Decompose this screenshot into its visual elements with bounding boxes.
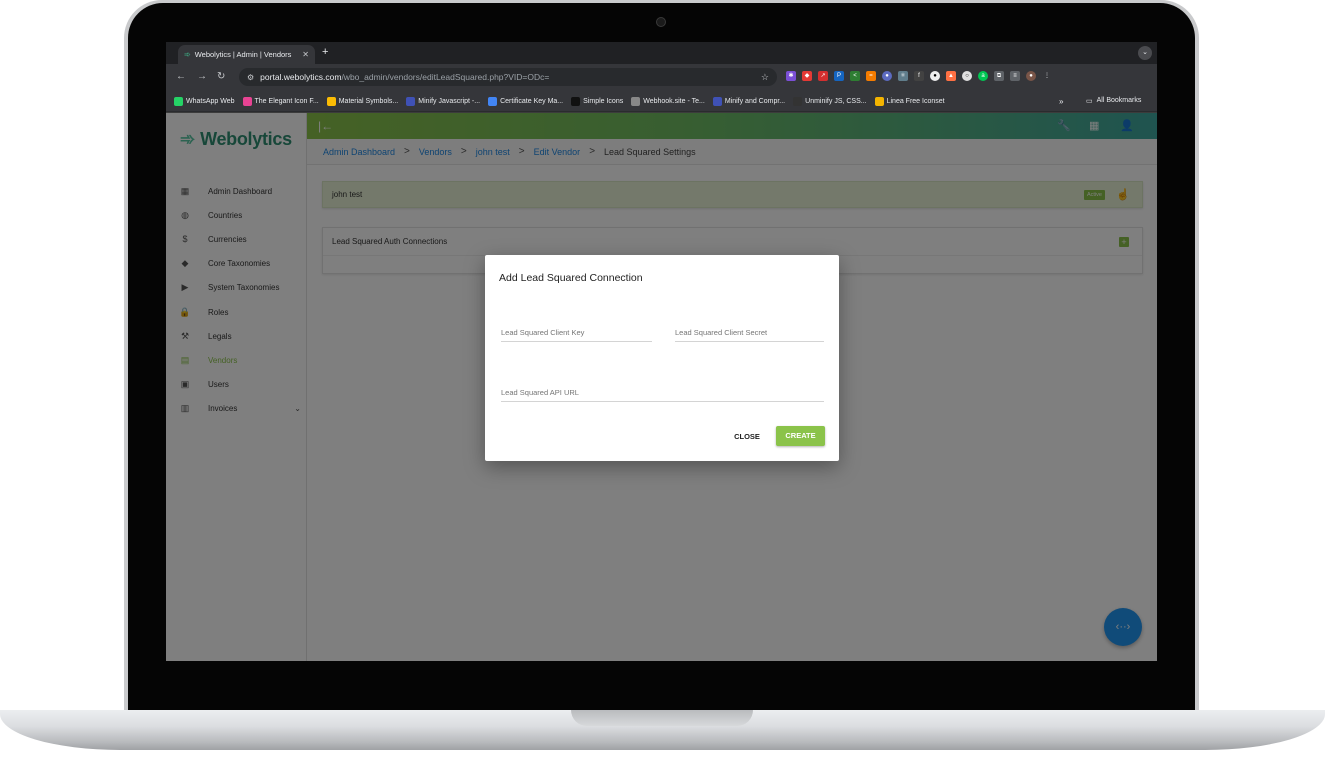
extensions-toolbar: ✱ ◆ ↗ P < = ● ⚛ f ● ▲ ○ a ⧉ ≡ ● ⋮ <box>786 71 1052 81</box>
bookmark-item[interactable]: The Elegant Icon F... <box>242 96 319 106</box>
minify2-icon <box>712 96 722 106</box>
extension-icon[interactable]: ▲ <box>946 71 956 81</box>
extension-icon[interactable]: = <box>866 71 876 81</box>
forward-arrow-icon[interactable]: → <box>197 71 207 82</box>
extension-icon[interactable]: ✱ <box>786 71 796 81</box>
bookmark-label: Minify Javascript -... <box>418 97 481 105</box>
bookmark-item[interactable]: Webhook.site - Te... <box>631 96 705 106</box>
screen: ➾ Webolytics | Admin | Vendors ✕ + ⌄ ← →… <box>166 42 1157 661</box>
bookmark-label: Minify and Compr... <box>724 97 786 105</box>
extension-icon[interactable]: ● <box>930 71 940 81</box>
folder-icon: ▭ <box>1086 98 1093 105</box>
client-key-field <box>501 328 652 342</box>
bookmark-item[interactable]: Minify Javascript -... <box>406 96 481 106</box>
elegant-icon <box>242 96 252 106</box>
profile-avatar[interactable]: ● <box>1026 71 1036 81</box>
tab-title: Webolytics | Admin | Vendors <box>194 50 292 59</box>
bookmark-label: Linea Free Iconset <box>886 97 945 105</box>
bookmark-label: Material Symbols... <box>338 97 399 105</box>
client-secret-field <box>675 328 824 342</box>
bookmark-item[interactable]: Minify and Compr... <box>712 96 786 106</box>
bookmark-star-icon[interactable]: ☆ <box>761 72 769 83</box>
all-bookmarks-button[interactable]: ▭ All Bookmarks <box>1086 97 1141 105</box>
extension-icon[interactable]: ● <box>882 71 892 81</box>
url-host: portal.webolytics.com <box>260 72 342 82</box>
tab-search-button[interactable]: ⌄ <box>1138 46 1152 60</box>
webolytics-favicon-icon: ➾ <box>184 50 191 59</box>
webhook-icon <box>631 96 641 106</box>
bookmark-item[interactable]: Material Symbols... <box>326 96 399 106</box>
browser-toolbar: ← → ↻ ⚙ portal.webolytics.com /wbo_admin… <box>166 64 1157 91</box>
bookmark-label: Webhook.site - Te... <box>643 97 705 105</box>
extensions-puzzle-icon[interactable]: ⧉ <box>994 71 1004 81</box>
certificate-icon <box>488 96 498 106</box>
bookmark-item[interactable]: Unminify JS, CSS... <box>793 96 867 106</box>
bookmark-label: Simple Icons <box>583 97 624 105</box>
kebab-menu-icon[interactable]: ⋮ <box>1042 71 1052 81</box>
bookmark-item[interactable]: WhatsApp Web <box>174 96 235 106</box>
all-bookmarks-label: All Bookmarks <box>1096 97 1142 104</box>
extension-icon[interactable]: ○ <box>962 71 972 81</box>
back-arrow-icon[interactable]: ← <box>176 71 186 82</box>
more-bookmarks-button[interactable]: » <box>1059 97 1063 106</box>
extension-icon[interactable]: ↗ <box>818 71 828 81</box>
laptop-mockup: ➾ Webolytics | Admin | Vendors ✕ + ⌄ ← →… <box>0 0 1325 780</box>
simpleicons-icon <box>571 96 581 106</box>
extension-icon[interactable]: a <box>978 71 988 81</box>
close-tab-icon[interactable]: ✕ <box>302 50 309 59</box>
whatsapp-icon <box>174 96 183 106</box>
dialog-title: Add Lead Squared Connection <box>499 272 643 284</box>
minify-icon <box>406 96 416 106</box>
webcam <box>656 17 666 27</box>
api-url-field <box>501 388 824 402</box>
extension-icon[interactable]: < <box>850 71 860 81</box>
bookmark-item[interactable]: Linea Free Iconset <box>874 96 945 106</box>
api-url-input[interactable] <box>501 388 824 397</box>
bookmarks-bar: WhatsApp Web The Elegant Icon F... Materia… <box>166 91 1157 112</box>
material-icon <box>326 96 336 106</box>
unminify-icon <box>793 96 803 106</box>
bookmark-label: Certificate Key Ma... <box>500 97 564 105</box>
bookmark-label: Unminify JS, CSS... <box>805 97 867 105</box>
create-button[interactable]: CREATE <box>776 426 825 446</box>
add-connection-dialog: Add Lead Squared Connection CLOSE CREATE <box>485 255 839 461</box>
new-tab-button[interactable]: + <box>322 46 328 58</box>
client-key-input[interactable] <box>501 328 652 337</box>
bookmark-item[interactable]: Simple Icons <box>571 96 624 106</box>
extension-icon[interactable]: ⚛ <box>898 71 908 81</box>
browser-tab-bar: ➾ Webolytics | Admin | Vendors ✕ + ⌄ <box>166 42 1157 64</box>
client-secret-input[interactable] <box>675 328 824 337</box>
extension-icon[interactable]: ◆ <box>802 71 812 81</box>
bookmark-item[interactable]: Certificate Key Ma... <box>488 96 564 106</box>
bookmark-label: WhatsApp Web <box>186 97 235 105</box>
linea-icon <box>874 96 884 106</box>
browser-tab-active[interactable]: ➾ Webolytics | Admin | Vendors ✕ <box>178 45 315 64</box>
extension-icon[interactable]: P <box>834 71 844 81</box>
bookmark-label: The Elegant Icon F... <box>254 97 319 105</box>
url-path: /wbo_admin/vendors/editLeadSquared.php?V… <box>341 72 550 82</box>
site-info-icon[interactable]: ⚙ <box>247 73 254 82</box>
extension-icon[interactable]: f <box>914 71 924 81</box>
close-button[interactable]: CLOSE <box>728 430 766 444</box>
laptop-notch <box>571 710 753 726</box>
reload-icon[interactable]: ↻ <box>217 71 225 82</box>
address-bar[interactable]: ⚙ portal.webolytics.com /wbo_admin/vendo… <box>239 68 777 86</box>
reading-list-icon[interactable]: ≡ <box>1010 71 1020 81</box>
